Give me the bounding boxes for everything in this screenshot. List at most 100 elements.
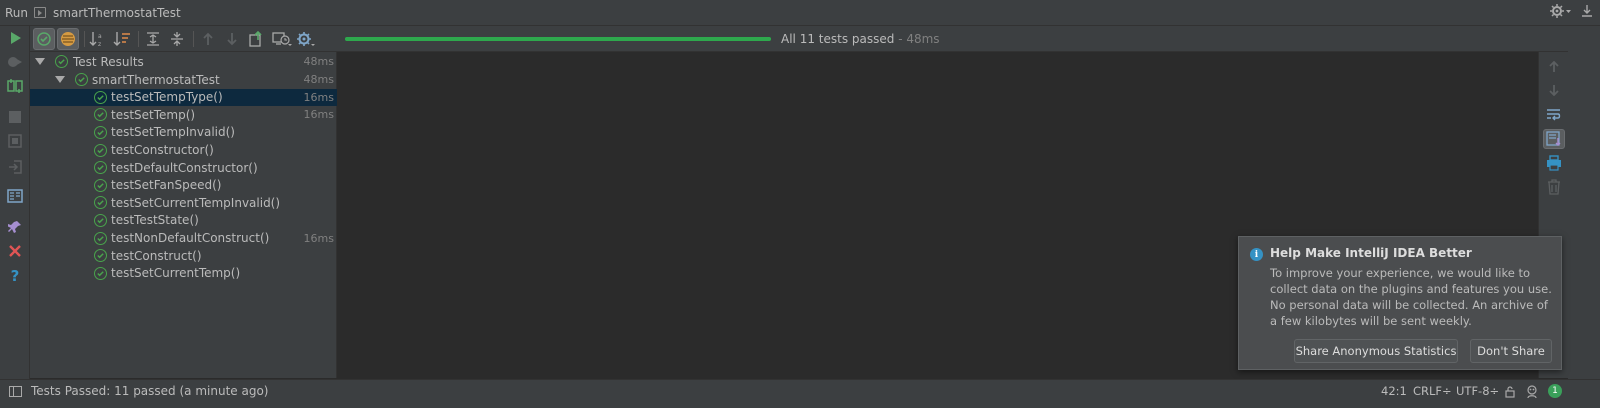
test-passed-icon xyxy=(94,231,107,245)
test-passed-icon xyxy=(94,125,107,139)
previous-failed-icon[interactable] xyxy=(197,28,219,50)
right-tool-strip xyxy=(1568,26,1600,386)
settings-icon[interactable] xyxy=(295,28,317,50)
tool-window-toggle-icon[interactable] xyxy=(9,386,22,397)
test-name: testTestState() xyxy=(111,213,199,228)
share-statistics-button[interactable]: Share Anonymous Statistics xyxy=(1294,339,1458,363)
gear-icon[interactable] xyxy=(1550,4,1572,21)
test-row[interactable]: testDefaultConstructor() xyxy=(30,159,337,177)
rerun-icon[interactable] xyxy=(4,28,26,48)
up-stack-icon[interactable] xyxy=(1543,57,1565,77)
test-passed-icon xyxy=(75,73,88,87)
exit-icon[interactable] xyxy=(4,157,26,177)
test-results-tree: Test Results 48ms smartThermostatTest 48… xyxy=(30,52,337,378)
test-duration: 16ms xyxy=(303,108,334,122)
layout-icon[interactable] xyxy=(4,186,26,206)
test-name: testDefaultConstructor() xyxy=(111,160,258,175)
tree-suite-row[interactable]: smartThermostatTest 48ms xyxy=(30,71,337,89)
expand-all-icon[interactable] xyxy=(142,28,164,50)
sort-alphabetically-icon[interactable]: az xyxy=(87,28,109,50)
scroll-to-end-icon[interactable] xyxy=(1543,129,1565,149)
notification-title: Help Make IntelliJ IDEA Better xyxy=(1270,246,1472,260)
expand-arrow-icon[interactable] xyxy=(35,58,45,66)
test-row[interactable]: testSetTemp() 16ms xyxy=(30,106,337,124)
info-icon: i xyxy=(1250,248,1263,261)
run-tab-name[interactable]: smartThermostatTest xyxy=(53,6,181,20)
test-name: testSetFanSpeed() xyxy=(111,178,222,193)
test-passed-icon xyxy=(94,266,107,280)
stop-icon[interactable] xyxy=(4,107,26,127)
run-tool-label[interactable]: Run xyxy=(5,6,28,20)
test-row[interactable]: testConstructor() xyxy=(30,141,337,159)
toggle-auto-test-icon[interactable] xyxy=(4,76,26,96)
test-name: testSetTemp() xyxy=(111,107,196,122)
test-progress-bar xyxy=(345,37,771,41)
soft-wrap-icon[interactable] xyxy=(1543,105,1565,125)
summary-text: All 11 tests passed xyxy=(781,32,895,46)
summary-duration: - 48ms xyxy=(894,32,940,46)
caret-position[interactable]: 42:1 xyxy=(1381,384,1407,398)
test-duration: 48ms xyxy=(303,55,334,69)
print-icon[interactable] xyxy=(1543,153,1565,173)
show-passed-icon[interactable] xyxy=(33,28,55,50)
test-progress-fill xyxy=(345,37,771,41)
toolbar-separator xyxy=(193,31,194,47)
tree-node-label: Test Results xyxy=(73,54,144,69)
tree-root-row[interactable]: Test Results 48ms xyxy=(30,53,337,71)
test-row[interactable]: testSetCurrentTempInvalid() xyxy=(30,194,337,212)
lock-icon[interactable] xyxy=(1504,386,1516,401)
import-tests-icon[interactable] xyxy=(271,28,293,50)
tree-node-label: smartThermostatTest xyxy=(92,72,220,87)
test-passed-icon xyxy=(94,90,107,104)
encoding-selector[interactable]: UTF-8÷ xyxy=(1456,384,1499,398)
export-results-icon[interactable] xyxy=(245,28,267,50)
test-row[interactable]: testSetTempInvalid() xyxy=(30,124,337,142)
test-passed-icon xyxy=(94,161,107,175)
test-row[interactable]: testSetFanSpeed() xyxy=(30,177,337,195)
test-passed-icon xyxy=(94,178,107,192)
pin-icon[interactable] xyxy=(4,217,26,237)
next-failed-icon[interactable] xyxy=(221,28,243,50)
dont-share-button[interactable]: Don't Share xyxy=(1470,339,1552,363)
test-row[interactable]: testSetTempType() 16ms xyxy=(30,88,337,107)
help-icon[interactable]: ? xyxy=(4,266,26,286)
test-runner-toolbar: az All 11 tests passed - 48ms xyxy=(30,26,1600,52)
event-log-badge[interactable]: 1 xyxy=(1548,384,1562,398)
test-row[interactable]: testConstruct() xyxy=(30,247,337,265)
minimize-icon[interactable] xyxy=(1580,4,1594,21)
close-icon[interactable] xyxy=(4,241,26,261)
run-config-icon xyxy=(34,7,47,18)
test-summary: All 11 tests passed - 48ms xyxy=(781,32,940,46)
clear-all-icon[interactable] xyxy=(1543,177,1565,197)
show-ignored-icon[interactable] xyxy=(57,28,79,50)
test-row[interactable]: testNonDefaultConstruct() 16ms xyxy=(30,229,337,247)
status-bar: Tests Passed: 11 passed (a minute ago) 4… xyxy=(0,379,1600,408)
test-name: testConstruct() xyxy=(111,248,202,263)
rerun-failed-icon[interactable] xyxy=(4,52,26,72)
test-name: testConstructor() xyxy=(111,143,214,158)
test-passed-icon xyxy=(94,108,107,122)
status-message[interactable]: Tests Passed: 11 passed (a minute ago) xyxy=(31,384,268,398)
test-row[interactable]: testTestState() xyxy=(30,212,337,230)
test-name: testSetCurrentTempInvalid() xyxy=(111,195,281,210)
down-stack-icon[interactable] xyxy=(1543,80,1565,100)
test-name: testSetTempInvalid() xyxy=(111,125,235,140)
notification-body: To improve your experience, we would lik… xyxy=(1270,266,1552,328)
hector-inspector-icon[interactable] xyxy=(1525,385,1539,402)
collapse-all-icon[interactable] xyxy=(166,28,188,50)
test-passed-icon xyxy=(94,249,107,263)
dump-threads-icon[interactable] xyxy=(4,131,26,151)
expand-arrow-icon[interactable] xyxy=(55,76,65,84)
header-right-icons xyxy=(1550,4,1594,21)
test-passed-icon xyxy=(94,143,107,157)
test-passed-icon xyxy=(94,196,107,210)
test-row[interactable]: testSetCurrentTemp() xyxy=(30,265,337,283)
line-separator-selector[interactable]: CRLF÷ xyxy=(1413,384,1452,398)
left-run-toolbar: ? xyxy=(0,26,30,386)
test-name: testNonDefaultConstruct() xyxy=(111,231,270,246)
notification-balloon: i Help Make IntelliJ IDEA Better To impr… xyxy=(1238,236,1562,370)
test-name: testSetCurrentTemp() xyxy=(111,266,241,281)
test-duration: 48ms xyxy=(303,73,334,87)
svg-text:z: z xyxy=(98,41,101,47)
sort-by-duration-icon[interactable] xyxy=(111,28,133,50)
